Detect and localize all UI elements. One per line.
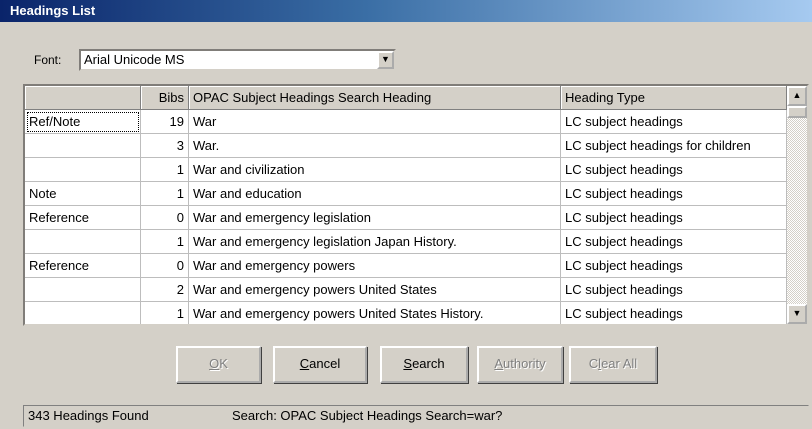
cancel-label: ancel (309, 356, 341, 371)
type-cell: LC subject headings (561, 230, 787, 254)
font-select[interactable]: Arial Unicode MS ▼ (79, 49, 396, 71)
heading-cell: War (189, 110, 561, 134)
table-row[interactable]: Ref/Note 19 War LC subject headings (25, 110, 787, 134)
heading-cell: War and civilization (189, 158, 561, 182)
type-cell: LC subject headings (561, 182, 787, 206)
scroll-down-icon[interactable]: ▼ (787, 304, 807, 324)
table-row[interactable]: 1 War and emergency legislation Japan Hi… (25, 230, 787, 254)
authority-mnemonic: A (494, 356, 504, 371)
type-cell: LC subject headings (561, 110, 787, 134)
clear-all-pre: C (588, 356, 599, 371)
note-cell[interactable] (25, 302, 141, 324)
heading-cell: War and emergency powers United States H… (189, 302, 561, 324)
bibs-cell: 1 (141, 302, 189, 324)
window-title: Headings List (0, 0, 812, 22)
note-cell[interactable] (25, 134, 141, 158)
bibs-cell: 0 (141, 254, 189, 278)
authority-label: uthority (503, 356, 546, 371)
status-count: 343 Headings Found (28, 408, 149, 423)
heading-cell: War and emergency legislation Japan Hist… (189, 230, 561, 254)
column-header-type[interactable]: Heading Type (561, 86, 787, 110)
type-cell: LC subject headings (561, 278, 787, 302)
type-cell: LC subject headings (561, 302, 787, 324)
clear-all-label: ear All (601, 356, 638, 371)
type-cell: LC subject headings (561, 158, 787, 182)
table-row[interactable]: Reference 0 War and emergency powers LC … (25, 254, 787, 278)
bibs-cell: 19 (141, 110, 189, 134)
scroll-thumb[interactable] (787, 106, 807, 118)
bibs-cell: 3 (141, 134, 189, 158)
table-row[interactable]: 1 War and civilization LC subject headin… (25, 158, 787, 182)
authority-button[interactable]: Authority (477, 346, 563, 383)
font-select-value: Arial Unicode MS (84, 52, 185, 67)
heading-cell: War. (189, 134, 561, 158)
ok-label: K (219, 356, 228, 371)
heading-cell: War and emergency legislation (189, 206, 561, 230)
chevron-down-icon[interactable]: ▼ (377, 51, 394, 69)
status-search: Search: OPAC Subject Headings Search=war… (232, 408, 503, 423)
note-cell[interactable]: Note (25, 182, 141, 206)
column-header-bibs[interactable]: Bibs (141, 86, 189, 110)
bibs-cell: 2 (141, 278, 189, 302)
column-header-note[interactable] (25, 86, 141, 110)
font-label: Font: (34, 53, 62, 67)
search-mnemonic: S (403, 356, 413, 371)
heading-cell: War and emergency powers United States (189, 278, 561, 302)
cancel-mnemonic: C (299, 356, 310, 371)
heading-cell: War and emergency powers (189, 254, 561, 278)
bibs-cell: 1 (141, 182, 189, 206)
table-row[interactable]: 3 War. LC subject headings for children (25, 134, 787, 158)
column-header-heading[interactable]: OPAC Subject Headings Search Heading (189, 86, 561, 110)
table-row[interactable]: 1 War and emergency powers United States… (25, 302, 787, 324)
ok-button[interactable]: OK (176, 346, 261, 383)
scroll-up-icon[interactable]: ▲ (787, 86, 807, 106)
note-cell[interactable] (25, 158, 141, 182)
search-button[interactable]: Search (380, 346, 468, 383)
table-header: Bibs OPAC Subject Headings Search Headin… (25, 86, 787, 110)
type-cell: LC subject headings for children (561, 134, 787, 158)
cancel-button[interactable]: Cancel (273, 346, 367, 383)
note-cell[interactable] (25, 278, 141, 302)
note-cell[interactable] (25, 230, 141, 254)
search-label: earch (412, 356, 445, 371)
bibs-cell: 1 (141, 158, 189, 182)
note-cell[interactable]: Reference (25, 206, 141, 230)
note-cell[interactable]: Ref/Note (25, 110, 141, 134)
type-cell: LC subject headings (561, 254, 787, 278)
bibs-cell: 0 (141, 206, 189, 230)
bibs-cell: 1 (141, 230, 189, 254)
table-row[interactable]: Reference 0 War and emergency legislatio… (25, 206, 787, 230)
type-cell: LC subject headings (561, 206, 787, 230)
vertical-scrollbar[interactable]: ▲ ▼ (787, 86, 807, 324)
status-bar: 343 Headings Found Search: OPAC Subject … (23, 405, 809, 427)
table-row[interactable]: 2 War and emergency powers United States… (25, 278, 787, 302)
table-row[interactable]: Note 1 War and education LC subject head… (25, 182, 787, 206)
clear-all-button[interactable]: Clear All (569, 346, 657, 383)
headings-table[interactable]: Bibs OPAC Subject Headings Search Headin… (23, 84, 809, 326)
note-cell[interactable]: Reference (25, 254, 141, 278)
heading-cell: War and education (189, 182, 561, 206)
ok-mnemonic: O (209, 356, 220, 371)
